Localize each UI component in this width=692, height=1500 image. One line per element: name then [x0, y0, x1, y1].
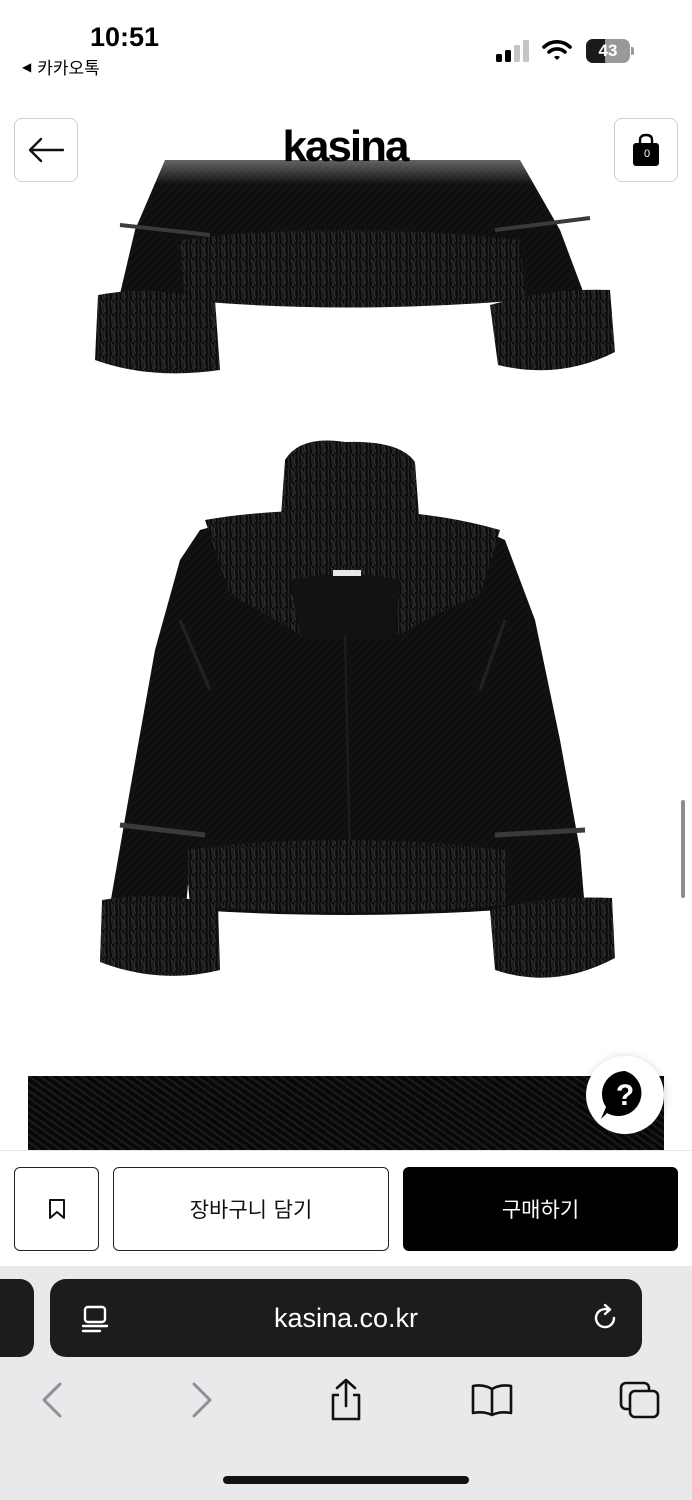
battery-percent: 43 — [598, 41, 618, 60]
back-icon[interactable] — [30, 1378, 74, 1422]
back-app-label: 카카오톡 — [37, 59, 100, 79]
site-header: kasina 0 — [0, 90, 692, 200]
cellular-signal-icon — [496, 40, 529, 62]
previous-tab-preview[interactable] — [0, 1279, 34, 1357]
back-to-app-link[interactable]: ◀ 카카오톡 — [22, 54, 100, 79]
product-gallery — [0, 90, 692, 1150]
bookmark-icon — [48, 1199, 65, 1219]
status-bar: 10:51 ◀ 카카오톡 43 — [0, 0, 692, 90]
back-triangle-icon: ◀ — [22, 59, 32, 74]
address-bar[interactable]: kasina.co.kr — [50, 1279, 642, 1357]
battery-icon: 43 — [586, 39, 634, 63]
wishlist-button[interactable] — [14, 1167, 99, 1251]
add-to-cart-button[interactable]: 장바구니 담기 — [113, 1167, 389, 1251]
forward-icon[interactable] — [180, 1378, 224, 1422]
browser-toolbar: kasina.co.kr — [0, 1266, 692, 1500]
svg-text:?: ? — [616, 1079, 634, 1112]
share-icon[interactable] — [324, 1378, 368, 1422]
url-text[interactable]: kasina.co.kr — [50, 1279, 642, 1357]
wifi-icon — [542, 40, 572, 60]
question-chat-icon: ? — [601, 1071, 642, 1119]
scroll-indicator[interactable] — [681, 800, 685, 898]
arrow-left-icon — [28, 137, 65, 163]
fur-detail-image — [28, 1076, 664, 1150]
purchase-action-bar: 장바구니 담기 구매하기 — [0, 1150, 692, 1266]
status-time: 10:51 — [90, 22, 160, 52]
product-images — [95, 160, 615, 978]
back-button[interactable] — [14, 118, 78, 182]
help-chat-button[interactable]: ? — [586, 1056, 664, 1134]
cart-count-badge: 0 — [643, 148, 651, 160]
bookmarks-icon[interactable] — [470, 1378, 514, 1422]
cart-bag-button[interactable]: 0 — [614, 118, 678, 182]
reload-icon[interactable] — [590, 1303, 620, 1333]
product-page: 10:51 ◀ 카카오톡 43 kasina 0 ? 장바구니 담기 구매하기 … — [0, 0, 692, 1500]
buy-now-button[interactable]: 구매하기 — [403, 1167, 678, 1251]
tabs-icon[interactable] — [618, 1378, 662, 1422]
home-indicator[interactable] — [223, 1476, 469, 1484]
jacket-back-image — [100, 440, 615, 978]
site-logo[interactable]: kasina — [260, 122, 430, 172]
